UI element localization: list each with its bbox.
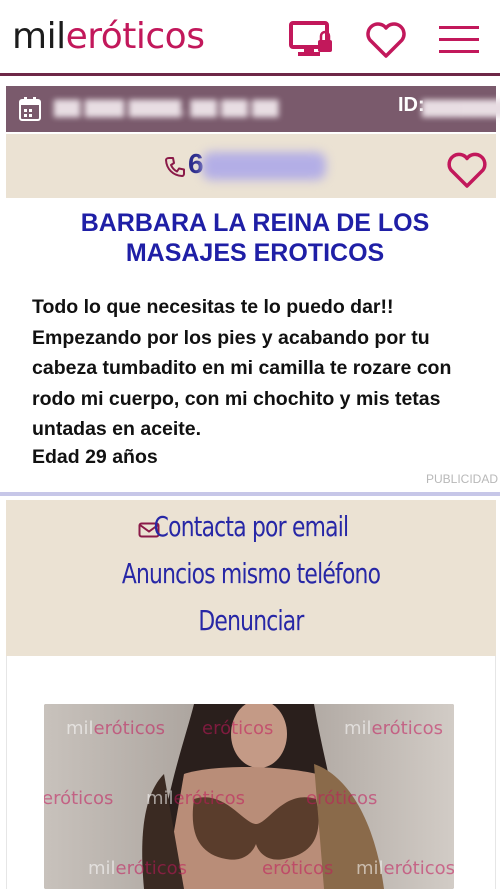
add-favorite-heart-icon[interactable] (446, 152, 488, 195)
advertising-label: PUBLICIDAD (425, 472, 498, 486)
watermark-eroticos: eróticos (306, 788, 378, 809)
site-header: mileróticos (0, 0, 500, 76)
watermark-mil: mil (66, 718, 94, 739)
watermark-logo: mileróticos (146, 788, 245, 809)
watermark-logo: eróticos (262, 858, 333, 879)
menu-icon[interactable] (438, 20, 480, 61)
watermark-logo: mileróticos (88, 858, 187, 879)
phone-icon (164, 156, 186, 183)
watermark-logo: eróticos (202, 718, 273, 739)
watermark-logo: mileróticos (66, 718, 165, 739)
ad-description: Todo lo que necesitas te lo puedo dar!! … (32, 296, 452, 440)
watermark-mil: mil (88, 858, 116, 879)
watermark-logo: mileróticos (356, 858, 454, 879)
watermark-logo: eróticos (44, 788, 113, 809)
logo-text-eroticos: eróticos (65, 16, 205, 57)
phone-number-redacted (202, 152, 326, 180)
watermark-eroticos: eróticos (173, 788, 245, 809)
ad-date-redacted: ▇▇ ▇▇▇ ▇▇▇▇, ▇▇:▇▇:▇▇ (54, 98, 279, 117)
contact-box: Contacta por email Anuncios mismo teléfo… (6, 500, 496, 656)
report-link[interactable]: Denunciar (60, 604, 442, 637)
ad-id-label: ID: (398, 94, 425, 116)
same-phone-ads-link[interactable]: Anuncios mismo teléfono (60, 557, 442, 590)
ad-meta-bar: ▇▇ ▇▇▇ ▇▇▇▇, ▇▇:▇▇:▇▇ ID: ▇▇▇▇▇▇▇ (6, 86, 500, 132)
watermark-eroticos: eróticos (115, 858, 187, 879)
watermark-eroticos: eróticos (383, 858, 454, 879)
logo-text-mil: mil (12, 16, 66, 57)
watermark-eroticos: eróticos (93, 718, 165, 739)
ad-age: Edad 29 años (32, 446, 158, 468)
ad-id-redacted: ▇▇▇▇▇▇▇ (422, 98, 500, 117)
favorites-heart-icon[interactable] (364, 20, 408, 65)
ad-title: BARBARA LA REINA DE LOS MASAJES EROTICOS (80, 209, 430, 267)
watermark-mil: mil (356, 858, 384, 879)
contact-email-link[interactable]: Contacta por email (60, 510, 442, 543)
phone-bar: 6 (6, 134, 496, 198)
watermark-eroticos: eróticos (262, 858, 334, 879)
watermark-eroticos: eróticos (371, 718, 443, 739)
watermark-logo: mileróticos (344, 718, 443, 739)
site-logo[interactable]: mileróticos (12, 14, 205, 60)
ad-photo[interactable]: mileróticos eróticos mileróticos erótico… (44, 704, 454, 889)
calendar-icon (18, 96, 42, 127)
section-divider (0, 492, 500, 496)
watermark-logo: eróticos (306, 788, 377, 809)
watermark-mil: mil (344, 718, 372, 739)
computer-lock-icon[interactable] (288, 20, 336, 65)
watermark-eroticos: eróticos (202, 718, 274, 739)
watermark-mil: mil (146, 788, 174, 809)
watermark-eroticos: eróticos (44, 788, 114, 809)
